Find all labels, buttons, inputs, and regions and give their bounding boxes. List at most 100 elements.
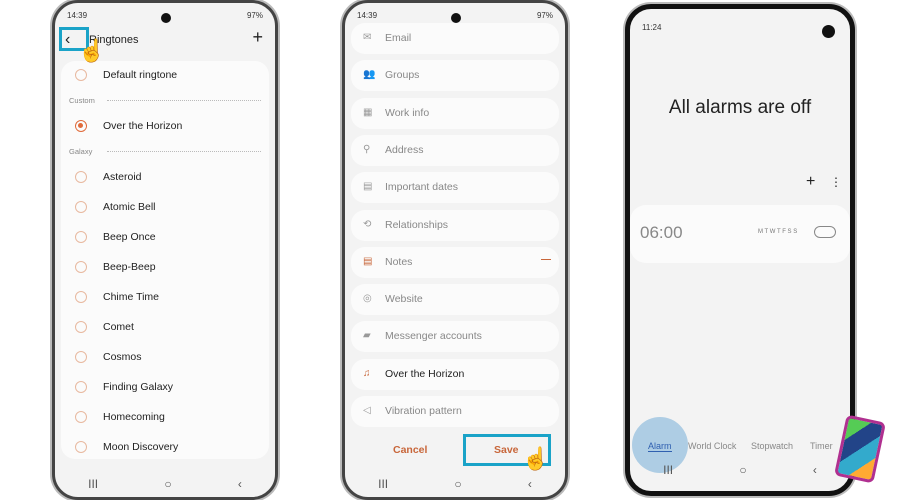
status-time: 14:39 [67,11,88,20]
ringtone-selected[interactable]: Over the Horizon [103,120,182,132]
radio-ringtone[interactable] [75,351,87,363]
pointer-hand-icon: ☝ [78,38,106,63]
field-row[interactable]: ▦ Work info [351,97,559,129]
tab-world-clock[interactable]: World Clock [688,441,736,451]
recents-button[interactable]: III [663,463,673,477]
phone-clock: 11:24 All alarms are off + ⋮ 06:00 M T W… [625,4,855,496]
section-galaxy: Galaxy [69,147,93,156]
alarm-card[interactable]: 06:00 M T W T F S S [630,205,850,263]
field-label: Groups [385,69,420,82]
alarm-days: M T W T F S S [758,229,798,235]
field-row[interactable]: ⚲ Address [351,134,559,166]
ringtone-item[interactable]: Chime Time [103,291,159,303]
field-row[interactable]: ♫ Over the Horizon [351,358,559,390]
ringtone-item[interactable]: Cosmos [103,351,142,363]
radio-ringtone[interactable] [75,411,87,423]
ringtone-item[interactable]: Asteroid [103,171,142,183]
alarm-status-title: All alarms are off [668,97,812,118]
field-label: Important dates [385,181,458,194]
field-label: Relationships [385,218,449,231]
back-nav-button[interactable]: ‹ [238,477,242,491]
radio-ringtone[interactable] [75,291,87,303]
radio-ringtone[interactable] [75,321,87,333]
field-label: Email [385,32,412,44]
nav-bar: III ○ ‹ [345,477,565,491]
recents-button[interactable]: III [378,477,388,491]
globe-icon: ◎ [363,293,372,305]
location-icon: ⚲ [363,143,371,155]
camera [161,13,171,23]
field-label: Work info [385,106,430,119]
field-row[interactable]: ◁ Vibration pattern [351,396,559,427]
tab-stopwatch[interactable]: Stopwatch [751,441,793,451]
status-time: 14:39 [357,11,378,20]
back-nav-button[interactable]: ‹ [813,463,817,477]
status-battery: 97% [536,11,553,20]
radio-ringtone[interactable] [75,441,87,453]
radio-default[interactable] [75,69,87,81]
radio-ringtone[interactable] [75,261,87,273]
ringtone-item[interactable]: Homecoming [103,411,165,423]
field-row[interactable]: 👥 Groups [351,60,559,92]
notes-icon: ▤ [363,255,373,267]
nav-bar: III ○ ‹ [55,477,275,491]
field-label: Notes [385,255,413,268]
groups-icon: 👥 [363,69,376,81]
alarm-time: 06:00 [640,223,683,242]
tab-timer[interactable]: Timer [810,441,833,451]
alarm-toggle[interactable] [814,226,836,238]
ringtone-default[interactable]: Default ringtone [103,69,177,81]
email-icon: ✉ [363,32,372,43]
vibration-icon: ◁ [363,405,371,416]
field-label: Over the Horizon [385,367,465,380]
pointer-hand-icon: ☝ [522,446,550,471]
ringtone-list: Default ringtone Custom Over the Horizon… [61,61,269,459]
work-icon: ▦ [363,106,373,118]
relationship-icon: ⟲ [363,218,372,230]
calendar-icon: ▤ [363,181,373,193]
field-label: Messenger accounts [385,330,482,343]
cancel-button[interactable]: Cancel [393,444,427,456]
field-label: Address [385,143,424,156]
section-custom: Custom [69,96,95,105]
field-row[interactable]: ▤ Important dates [351,172,559,204]
back-nav-button[interactable]: ‹ [528,477,532,491]
radio-ringtone[interactable] [75,171,87,183]
chat-icon: ▰ [363,330,371,342]
ringtone-item[interactable]: Finding Galaxy [103,381,173,393]
home-button[interactable]: ○ [164,477,171,491]
ringtone-item[interactable]: Comet [103,321,134,333]
ringtone-item[interactable]: Moon Discovery [103,441,178,453]
field-row[interactable]: ✉ Email [351,23,559,54]
home-button[interactable]: ○ [454,477,461,491]
home-button[interactable]: ○ [739,463,746,477]
status-battery: 97% [246,11,263,20]
field-label: Vibration pattern [385,405,462,417]
radio-ringtone[interactable] [75,381,87,393]
field-label: Website [385,293,423,306]
field-row[interactable]: ▰ Messenger accounts [351,321,559,353]
ringtone-item[interactable]: Beep-Beep [103,261,156,273]
status-time: 11:24 [642,23,662,32]
phone-contact-edit: 14:39 97% ✉ Email 👥 Groups ▦ Work info ⚲ Address… [342,0,568,500]
divider [107,151,261,152]
field-row[interactable]: ⟲ Relationships [351,209,559,241]
add-alarm-button[interactable]: + [806,173,815,191]
tab-alarm[interactable]: Alarm [648,441,672,452]
phone-ringtones: 14:39 97% ‹ Ringtones + Default ringtone … [52,0,278,500]
more-options-icon[interactable]: ⋮ [830,175,842,189]
add-button[interactable]: + [252,27,263,48]
notes-collapse-icon[interactable] [541,259,551,260]
field-row[interactable]: ▤ Notes [351,246,559,278]
radio-selected[interactable] [75,120,87,132]
field-row[interactable]: ◎ Website [351,284,559,316]
radio-ringtone[interactable] [75,231,87,243]
camera [822,25,835,38]
ringtone-icon: ♫ [363,367,371,379]
divider [107,100,261,101]
nav-bar: III ○ ‹ [630,463,850,477]
ringtone-item[interactable]: Atomic Bell [103,201,156,213]
radio-ringtone[interactable] [75,201,87,213]
ringtone-item[interactable]: Beep Once [103,231,156,243]
recents-button[interactable]: III [88,477,98,491]
